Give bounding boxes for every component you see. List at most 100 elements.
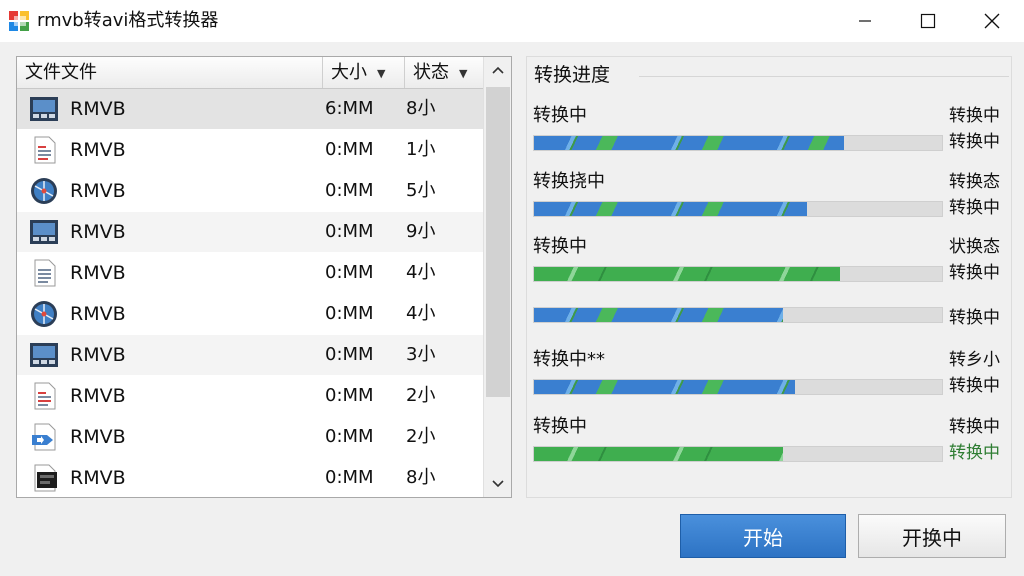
group-divider xyxy=(639,76,1009,77)
progress-bar xyxy=(533,135,943,151)
table-row[interactable]: RMVB 0:MM 8小 xyxy=(17,458,483,497)
file-size: 0:MM xyxy=(325,221,374,242)
file-size: 0:MM xyxy=(325,303,374,324)
file-size: 0:MM xyxy=(325,385,374,406)
task-status-secondary: 转换中 xyxy=(949,308,1000,328)
start-button[interactable]: 开始 xyxy=(680,514,846,558)
progress-bar-fill xyxy=(534,202,808,216)
media-disc-icon xyxy=(31,301,57,327)
file-size: 6:MM xyxy=(325,98,374,119)
file-name: RMVB xyxy=(70,385,126,407)
file-name: RMVB xyxy=(70,139,126,161)
file-status: 8小 xyxy=(406,467,436,488)
task-label: 转换中 xyxy=(533,416,587,437)
file-name: RMVB xyxy=(70,426,126,448)
progress-bar xyxy=(533,307,943,323)
table-row[interactable]: RMVB 0:MM 2小 xyxy=(17,417,483,457)
window-title: rmvb转avi格式转换器 xyxy=(37,10,219,31)
task-status: 转换态 xyxy=(949,172,1000,192)
table-row[interactable]: RMVB 0:MM 4小 xyxy=(17,253,483,293)
task-status: 转换中 xyxy=(949,106,1000,126)
progress-task: 转换中 xyxy=(527,279,1011,339)
progress-task: 转换中 转换中 转换中 xyxy=(527,414,1011,474)
file-name: RMVB xyxy=(70,262,126,284)
file-status: 9小 xyxy=(406,221,436,242)
progress-task: 转换中 转换中 转换中 xyxy=(527,103,1011,163)
task-label: 转换中** xyxy=(533,349,605,370)
progress-bar-fill xyxy=(534,136,845,150)
file-list-header: 文件文件 大小 ▼ 状态 ▼ xyxy=(17,57,483,89)
task-status: 转乡小 xyxy=(949,350,1000,370)
progress-bar-fill xyxy=(534,380,796,394)
document-icon xyxy=(34,382,56,410)
column-header-status-label: 状态 xyxy=(413,62,449,83)
file-size: 0:MM xyxy=(325,180,374,201)
file-name: RMVB xyxy=(70,467,126,489)
table-row[interactable]: RMVB 0:MM 2小 xyxy=(17,376,483,416)
minimize-button[interactable] xyxy=(842,0,888,42)
task-status-secondary: 转换中 xyxy=(949,376,1000,396)
column-header-status[interactable]: 状态 ▼ xyxy=(405,57,483,88)
table-row[interactable]: RMVB 0:MM 5小 xyxy=(17,171,483,211)
scroll-up-button[interactable] xyxy=(484,59,511,81)
maximize-icon xyxy=(920,13,936,29)
stop-button[interactable]: 开换中 xyxy=(858,514,1006,558)
file-size: 0:MM xyxy=(325,262,374,283)
file-status: 2小 xyxy=(406,385,436,406)
chevron-down-icon xyxy=(492,480,504,488)
file-name: RMVB xyxy=(70,303,126,325)
maximize-button[interactable] xyxy=(905,0,951,42)
file-status: 4小 xyxy=(406,262,436,283)
film-file-icon xyxy=(34,464,57,492)
column-header-name[interactable]: 文件文件 xyxy=(17,57,323,88)
file-status: 4小 xyxy=(406,303,436,324)
table-row[interactable]: RMVB 0:MM 9小 xyxy=(17,212,483,252)
start-button-label: 开始 xyxy=(743,525,783,550)
progress-task: 转换中** 转乡小 转换中 xyxy=(527,347,1011,407)
column-header-name-label: 文件文件 xyxy=(25,62,97,83)
document-icon xyxy=(34,136,56,164)
file-name: RMVB xyxy=(70,180,126,202)
file-name: RMVB xyxy=(70,344,126,366)
minimize-icon xyxy=(859,20,871,22)
table-row[interactable]: RMVB 0:MM 1小 xyxy=(17,130,483,170)
table-row[interactable]: RMVB 6:MM 8小 xyxy=(17,89,483,129)
task-status-secondary: 转换中 xyxy=(949,132,1000,152)
video-icon xyxy=(30,97,58,121)
file-status: 5小 xyxy=(406,180,436,201)
file-status: 3小 xyxy=(406,344,436,365)
scroll-down-button[interactable] xyxy=(484,473,511,495)
sort-down-icon: ▼ xyxy=(459,66,468,80)
task-status: 状换态 xyxy=(949,237,1000,257)
task-label: 转换中 xyxy=(533,105,587,126)
file-name: RMVB xyxy=(70,98,126,120)
progress-title: 转换进度 xyxy=(534,61,617,89)
table-row[interactable]: RMVB 0:MM 3小 xyxy=(17,335,483,375)
file-size: 0:MM xyxy=(325,467,374,488)
task-label: 转换挠中 xyxy=(533,171,605,192)
progress-bar-fill xyxy=(534,447,783,461)
video-icon xyxy=(30,343,58,367)
file-list-scrollbar[interactable] xyxy=(483,57,511,497)
file-list[interactable]: 文件文件 大小 ▼ 状态 ▼ RMVB 6:MM 8小 RMVB 0:MM 1小 R… xyxy=(16,56,512,498)
task-status-secondary: 转换中 xyxy=(949,198,1000,218)
file-size: 0:MM xyxy=(325,344,374,365)
media-disc-icon xyxy=(31,178,57,204)
document-icon xyxy=(34,259,56,287)
file-name: RMVB xyxy=(70,221,126,243)
task-status: 转换中 xyxy=(949,417,1000,437)
progress-task: 转换挠中 转换态 转换中 xyxy=(527,169,1011,229)
video-icon xyxy=(30,220,58,244)
close-button[interactable] xyxy=(969,0,1015,42)
convert-file-icon xyxy=(32,423,56,451)
stop-button-label: 开换中 xyxy=(902,525,962,550)
progress-bar xyxy=(533,379,943,395)
scroll-thumb[interactable] xyxy=(486,87,510,397)
column-header-size-label: 大小 xyxy=(331,62,367,83)
progress-bar-fill xyxy=(534,308,783,322)
title-bar: rmvb转avi格式转换器 xyxy=(0,0,1024,42)
column-header-size[interactable]: 大小 ▼ xyxy=(323,57,405,88)
close-icon xyxy=(984,13,1000,29)
file-rows: RMVB 6:MM 8小 RMVB 0:MM 1小 RMVB 0:MM 5小 R… xyxy=(17,89,483,497)
table-row[interactable]: RMVB 0:MM 4小 xyxy=(17,294,483,334)
